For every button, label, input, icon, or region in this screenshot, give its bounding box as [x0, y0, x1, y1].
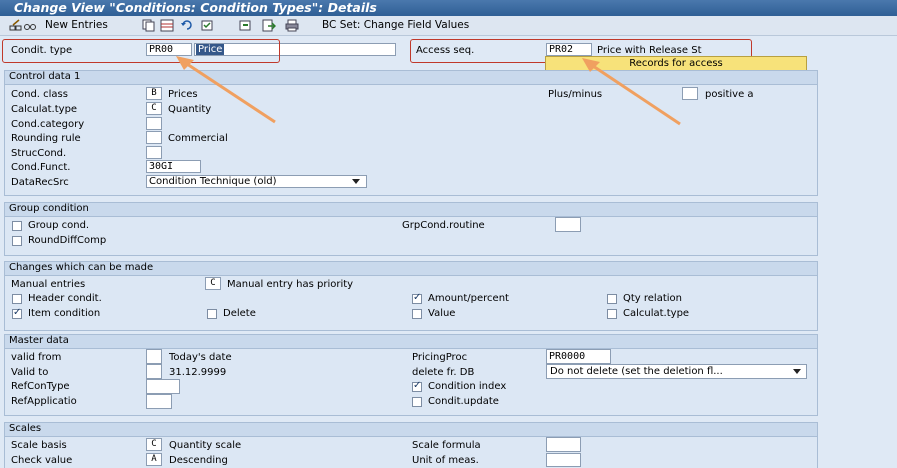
- annotation-arrows: [176, 56, 681, 126]
- arrow-to-condit-type: [176, 56, 276, 124]
- arrow-to-access-seq: [582, 58, 681, 126]
